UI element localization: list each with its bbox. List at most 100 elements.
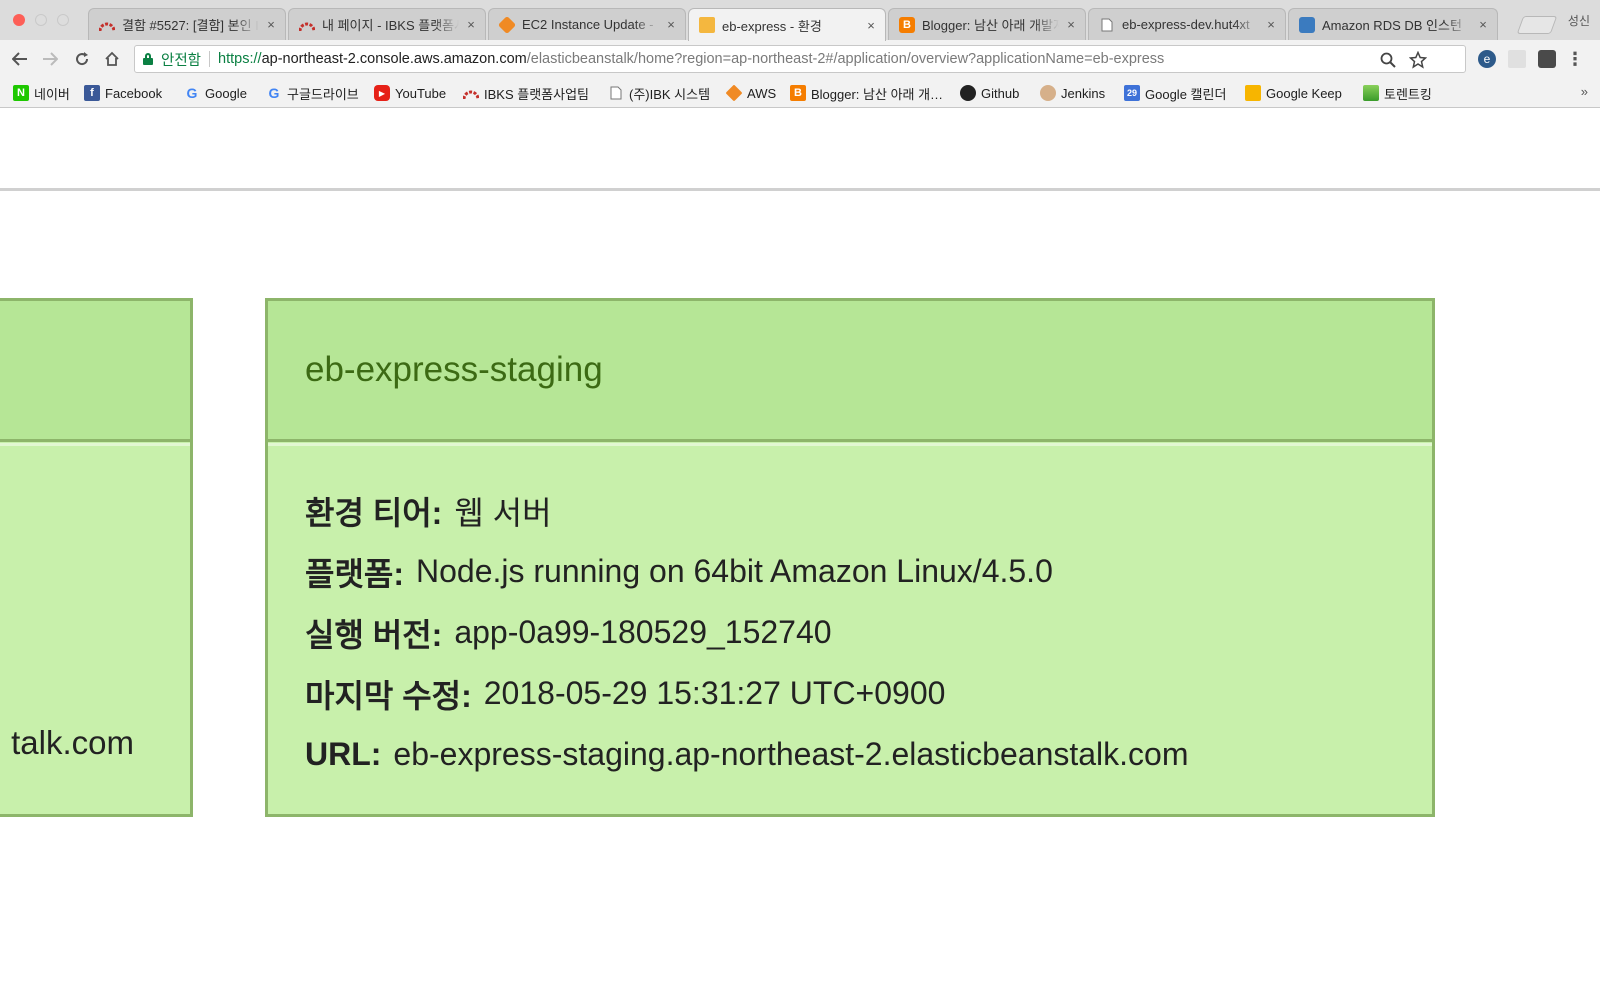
detail-key: 마지막 수정: [305, 677, 472, 714]
bookmark-item[interactable]: ▶ YouTube [374, 83, 446, 103]
naver-icon: N [13, 85, 29, 101]
rds-icon [1299, 16, 1315, 33]
detail-row-version: 실행 버전: app-0a99-180529_152740 [305, 602, 1432, 663]
reload-icon[interactable] [71, 48, 93, 70]
secure-label[interactable]: 안전함 [161, 49, 201, 70]
bookmark-item[interactable]: f Facebook [84, 83, 162, 103]
calendar-icon: 29 [1124, 85, 1140, 101]
page-icon [1099, 17, 1115, 33]
url-path[interactable]: /elasticbeanstalk/home?region=ap-northea… [527, 51, 1165, 67]
detail-key: 플랫폼: [305, 555, 404, 592]
page-icon [608, 85, 624, 101]
bookmark-item[interactable]: IBKS 플랫폼사업팀 [463, 83, 589, 103]
redmine-icon [299, 17, 315, 33]
bookmark-label: Google Keep [1266, 85, 1342, 101]
bookmark-item[interactable]: Github [960, 83, 1019, 103]
window-minimize-button[interactable] [35, 14, 47, 26]
bookmark-label: 네이버 [34, 86, 70, 102]
bookmark-label: IBKS 플랫폼사업팀 [484, 86, 589, 102]
detail-value: 2018-05-29 15:31:27 UTC+0900 [483, 675, 946, 711]
bookmark-item[interactable]: Jenkins [1040, 83, 1105, 103]
torrent-icon [1363, 85, 1379, 101]
detail-value: app-0a99-180529_152740 [454, 614, 832, 650]
address-bar[interactable]: 안전함 https:// ap-northeast-2.console.aws.… [134, 45, 1466, 73]
close-icon[interactable]: × [465, 17, 477, 32]
bookmark-item[interactable]: 29 Google 캘린더 [1124, 83, 1226, 103]
bookmark-label: Blogger: 남산 아래 개… [811, 86, 944, 102]
environment-name[interactable]: eb-express-staging [305, 350, 603, 390]
bookmark-item[interactable]: AWS [725, 83, 776, 103]
bookmarks-overflow-chevron-icon[interactable]: » [1581, 84, 1588, 99]
new-tab-button[interactable] [1516, 16, 1558, 34]
bookmark-label: YouTube [395, 85, 447, 101]
close-icon[interactable]: × [265, 17, 277, 32]
bookmark-label: Jenkins [1061, 85, 1106, 101]
aws-icon [497, 15, 517, 34]
close-icon[interactable]: × [1265, 17, 1277, 32]
close-icon[interactable]: × [865, 18, 877, 33]
forward-arrow-icon[interactable] [39, 48, 61, 70]
close-icon[interactable]: × [665, 17, 677, 32]
environment-url-fragment[interactable]: talk.com [11, 724, 134, 762]
page-divider [0, 188, 1600, 191]
browser-tab[interactable]: eb-express-dev.hut4xt × [1088, 8, 1286, 40]
home-icon[interactable] [101, 48, 123, 70]
github-icon [960, 85, 976, 101]
cast-icon[interactable] [1508, 50, 1526, 68]
lock-icon[interactable] [143, 53, 153, 65]
extension-icon[interactable]: e [1478, 50, 1496, 68]
bookmark-item[interactable]: (주)IBK 시스템 [608, 83, 710, 103]
detail-row-modified: 마지막 수정: 2018-05-29 15:31:27 UTC+0900 [305, 663, 1432, 724]
bookmark-item[interactable]: G 구글드라이브 [266, 83, 359, 103]
browser-tab[interactable]: 결함 #5527: [결함] 본인 I × [88, 8, 286, 40]
tab-title: Amazon RDS DB 인스턴 [1322, 18, 1462, 33]
bookmark-item[interactable]: 토렌트킹 [1363, 83, 1432, 103]
url-scheme[interactable]: https:// [218, 51, 262, 67]
detail-row-tier: 환경 티어: 웹 서버 [305, 480, 1432, 541]
tab-title: 결함 #5527: [결함] 본인 I [122, 18, 259, 33]
bookmark-item[interactable]: G Google [184, 83, 247, 103]
redmine-icon [99, 17, 115, 33]
window-zoom-button[interactable] [57, 14, 69, 26]
detail-key: 실행 버전: [305, 616, 443, 653]
bookmark-item[interactable]: N 네이버 [13, 83, 70, 103]
browser-tab[interactable]: Amazon RDS DB 인스턴 × [1288, 8, 1498, 40]
bookmark-item[interactable]: Google Keep [1245, 83, 1342, 103]
youtube-icon: ▶ [374, 85, 390, 101]
star-bookmark-icon[interactable] [1408, 50, 1428, 70]
back-arrow-icon[interactable] [9, 48, 31, 70]
bookmark-item[interactable]: B Blogger: 남산 아래 개… [790, 83, 943, 103]
environment-url-link[interactable]: eb-express-staging.ap-northeast-2.elasti… [393, 736, 1188, 773]
keeper-icon[interactable] [1538, 50, 1556, 68]
close-icon[interactable]: × [1477, 17, 1489, 32]
bookmarks-bar: N 네이버 f Facebook G Google G 구글드라이브 ▶ You… [0, 78, 1600, 108]
window-close-button[interactable] [13, 14, 25, 26]
google-icon: G [186, 85, 198, 101]
browser-tab-active[interactable]: eb-express - 환경 × [688, 8, 886, 41]
blogger-icon: B [899, 16, 915, 33]
environment-card-header [0, 301, 190, 446]
environment-details: 환경 티어: 웹 서버 플랫폼: Node.js running on 64bi… [268, 442, 1432, 785]
bookmark-label: Google [205, 85, 247, 101]
bookmark-label: 구글드라이브 [287, 86, 359, 102]
aws-icon [725, 84, 743, 102]
keep-icon [1245, 85, 1261, 101]
browser-tab[interactable]: EC2 Instance Update - × [488, 8, 686, 40]
beanstalk-icon [699, 17, 715, 33]
detail-value: Node.js running on 64bit Amazon Linux/4.… [415, 553, 1053, 589]
environment-card[interactable]: eb-express-staging 환경 티어: 웹 서버 플랫폼: Node… [265, 298, 1435, 817]
profile-name[interactable]: 성신 [1568, 12, 1590, 29]
url-host[interactable]: ap-northeast-2.console.aws.amazon.com [262, 51, 527, 67]
search-icon[interactable] [1378, 50, 1398, 70]
divider [209, 51, 211, 67]
menu-kebab-icon[interactable]: ⋮ [1566, 49, 1584, 69]
browser-tab[interactable]: 내 페이지 - IBKS 플랫폼사 × [288, 8, 486, 40]
browser-tab[interactable]: B Blogger: 남산 아래 개발지 × [888, 8, 1086, 40]
detail-value: 웹 서버 [454, 494, 552, 531]
detail-row-url: URL: eb-express-staging.ap-northeast-2.e… [305, 724, 1432, 785]
detail-key: 환경 티어: [305, 494, 443, 531]
jenkins-icon [1040, 85, 1056, 101]
tab-title: EC2 Instance Update - [522, 17, 654, 32]
close-icon[interactable]: × [1065, 17, 1077, 32]
environment-card-partial[interactable]: talk.com [0, 298, 193, 817]
